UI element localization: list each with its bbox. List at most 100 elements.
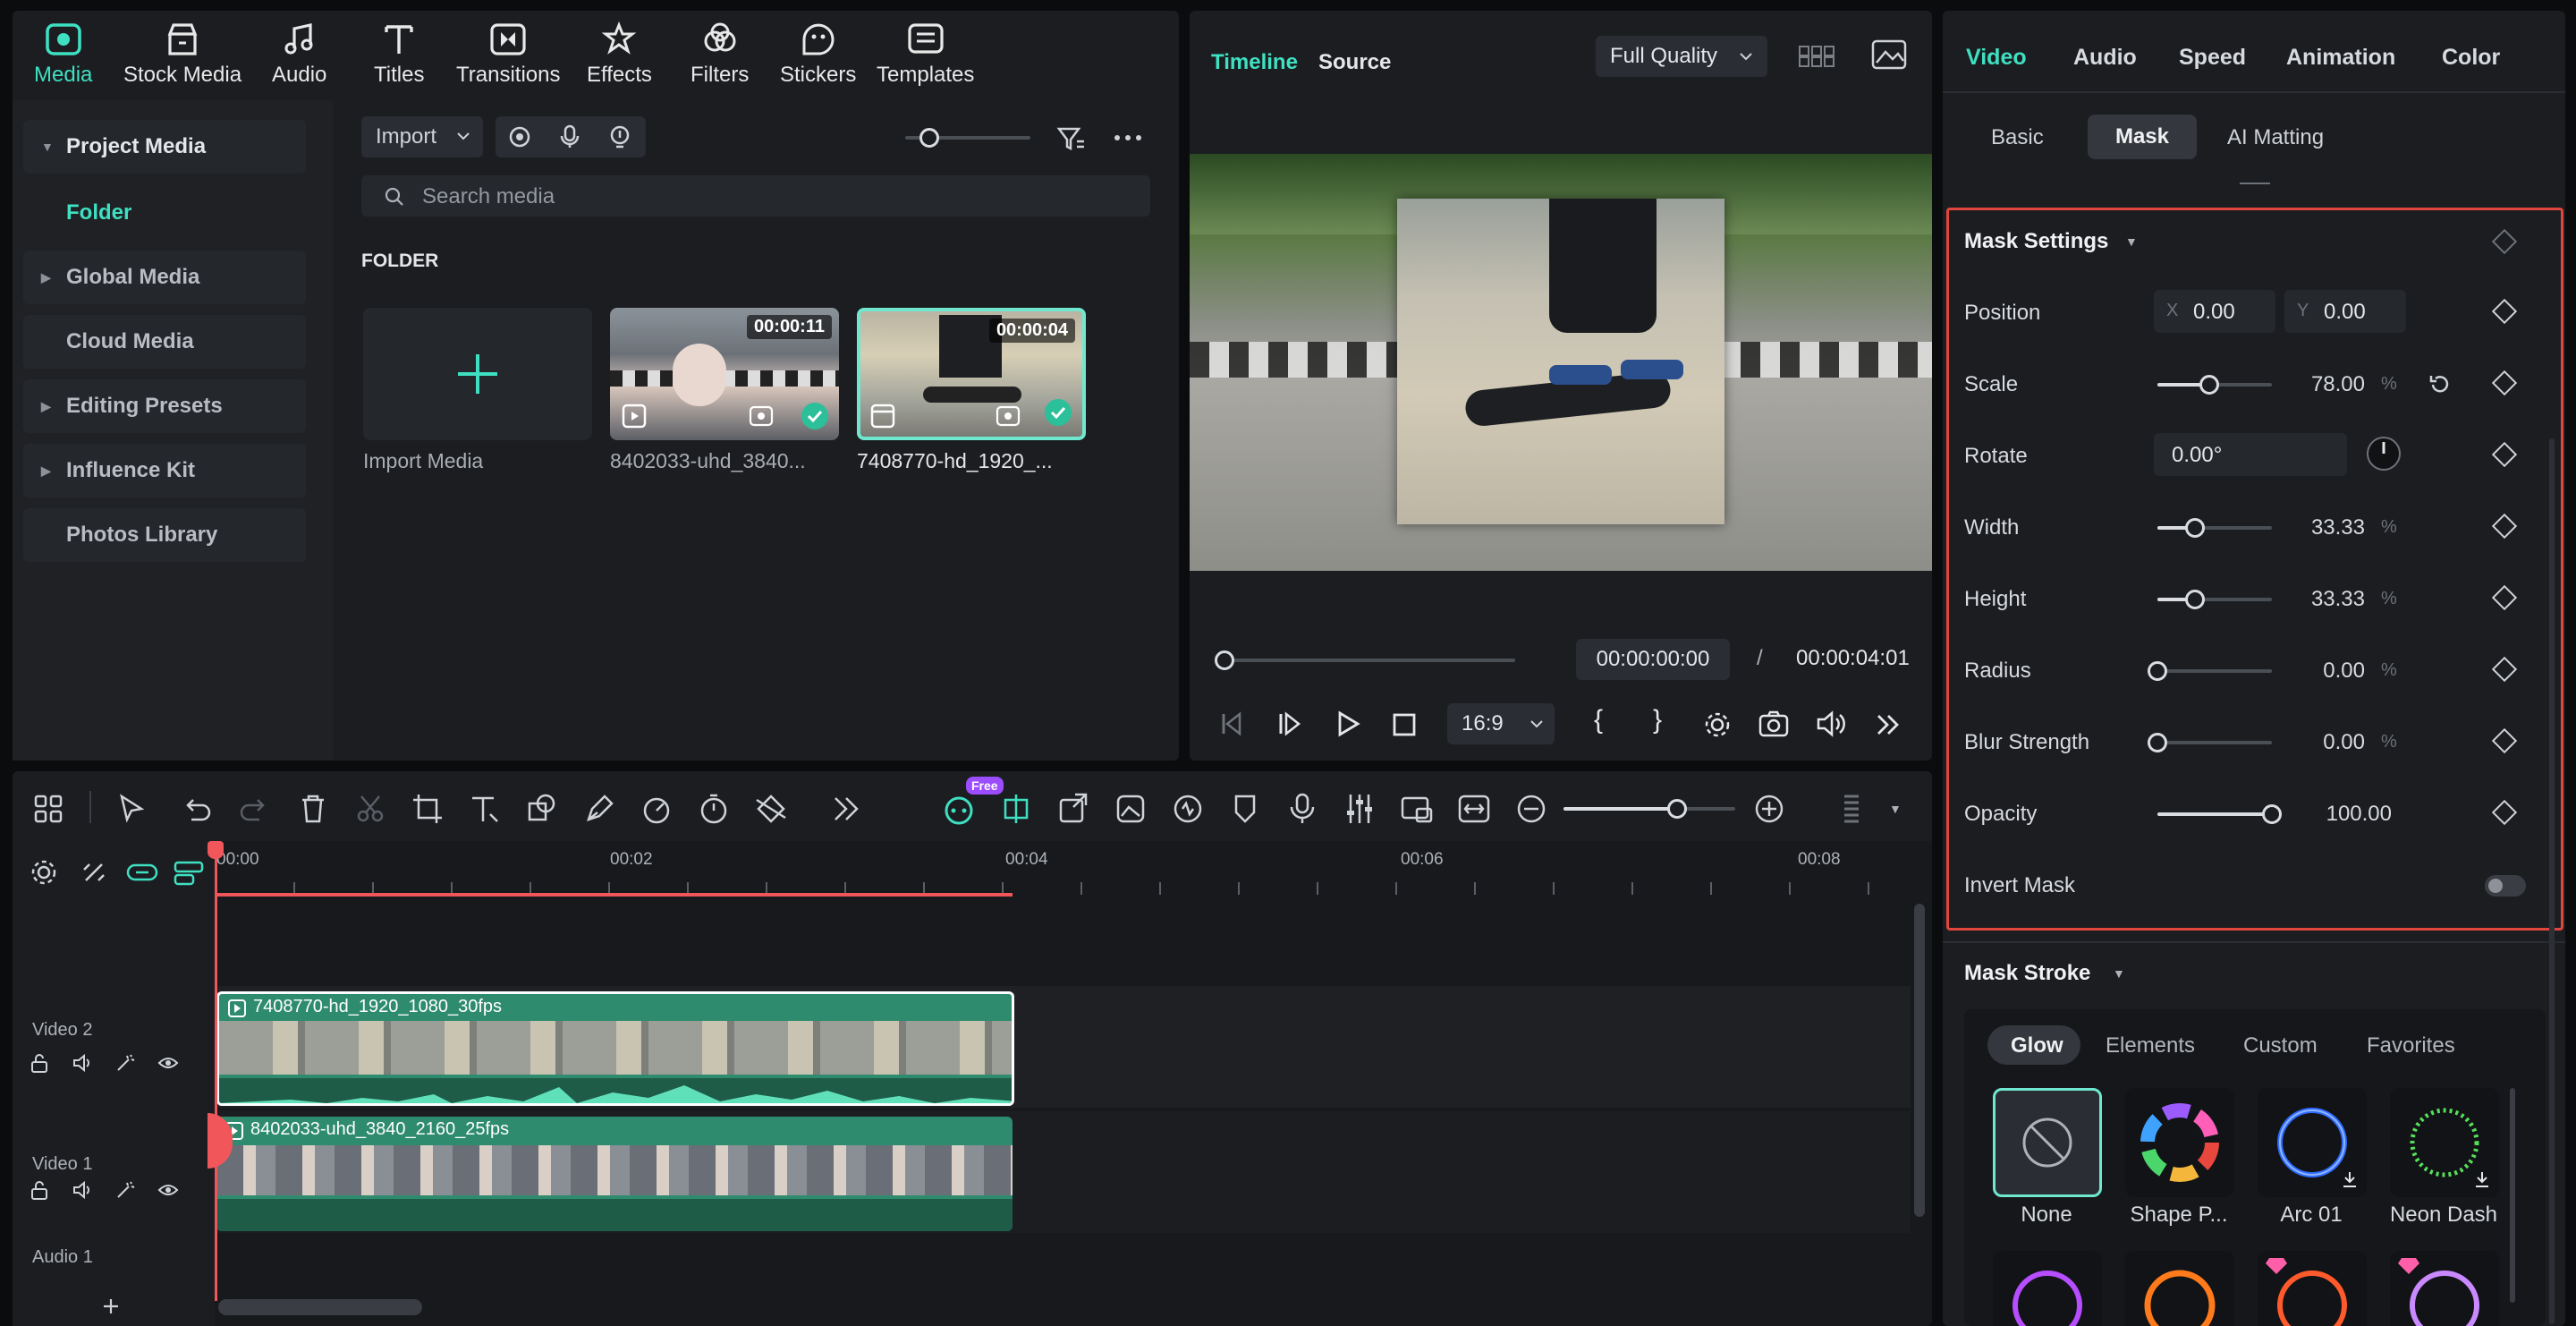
- presets-scrollbar[interactable]: [2510, 1088, 2515, 1303]
- unlink-icon[interactable]: [79, 857, 109, 888]
- delete-trash-icon[interactable]: [295, 791, 331, 827]
- tab-timeline[interactable]: Timeline: [1211, 50, 1298, 75]
- lock-icon[interactable]: [29, 1179, 50, 1201]
- toolbar-effects[interactable]: Effects: [587, 21, 652, 88]
- eye-icon[interactable]: [157, 1052, 179, 1074]
- invert-mask-toggle[interactable]: [2485, 875, 2526, 897]
- speed-icon[interactable]: [639, 791, 674, 827]
- stroke-preset-purple[interactable]: [1993, 1251, 2102, 1326]
- scissors-icon[interactable]: [352, 791, 388, 827]
- stroke-preset-orange[interactable]: [2258, 1251, 2367, 1326]
- stroke-tab-favorites[interactable]: Favorites: [2367, 1033, 2455, 1058]
- link-tracks-icon[interactable]: [125, 857, 159, 888]
- blur-strength-slider-knob[interactable]: [2148, 733, 2167, 752]
- magic-wand-icon[interactable]: [114, 1052, 136, 1074]
- radius-slider-knob[interactable]: [2148, 661, 2167, 681]
- tab-audio[interactable]: Audio: [2073, 45, 2137, 71]
- audio-sync-icon[interactable]: [1170, 791, 1206, 827]
- stroke-preset-neon-dash[interactable]: [2390, 1088, 2499, 1197]
- blur-strength-value[interactable]: 0.00: [2258, 730, 2365, 755]
- toolbar-audio[interactable]: Audio: [272, 21, 326, 88]
- import-dropdown[interactable]: Import: [361, 116, 483, 157]
- scale-slider-knob[interactable]: [2199, 375, 2219, 395]
- image-edit-icon[interactable]: [1113, 791, 1148, 827]
- stroke-preset-shape[interactable]: [2125, 1088, 2234, 1197]
- add-track-icon[interactable]: [100, 1296, 122, 1317]
- voiceover-icon[interactable]: [608, 125, 631, 149]
- sidebar-item-global-media[interactable]: ▶ Global Media: [23, 251, 306, 304]
- stroke-tab-custom[interactable]: Custom: [2243, 1033, 2318, 1058]
- undo-icon[interactable]: [179, 791, 215, 827]
- toolbar-templates[interactable]: Templates: [877, 21, 974, 88]
- more-chevron-icon[interactable]: [1875, 712, 1902, 737]
- radius-slider[interactable]: [2157, 669, 2272, 673]
- keyframe-tool-icon[interactable]: [753, 791, 789, 827]
- crop-icon[interactable]: [410, 791, 445, 827]
- rotate-dial-icon[interactable]: [2365, 435, 2402, 472]
- horizontal-scroll-thumb[interactable]: [218, 1299, 422, 1315]
- clip-video-2[interactable]: 7408770-hd_1920_1080_30fps: [216, 991, 1014, 1106]
- more-options-icon[interactable]: [1113, 131, 1143, 145]
- stroke-tab-elements[interactable]: Elements: [2106, 1033, 2195, 1058]
- aspect-ratio-dropdown[interactable]: 16:9: [1447, 703, 1555, 744]
- position-y-field[interactable]: Y 0.00: [2284, 290, 2406, 333]
- redo-icon[interactable]: [236, 791, 272, 827]
- toolbar-stock-media[interactable]: Stock Media: [123, 21, 242, 88]
- import-media-tile[interactable]: [363, 308, 592, 440]
- toolbar-media[interactable]: Media: [34, 21, 92, 88]
- microphone-icon[interactable]: [558, 124, 581, 149]
- properties-scrollbar[interactable]: [2549, 438, 2555, 1324]
- toolbar-filters[interactable]: Filters: [691, 21, 749, 88]
- sidebar-item-influence-kit[interactable]: ▶ Influence Kit: [23, 444, 306, 497]
- select-pointer-icon[interactable]: [114, 791, 150, 827]
- preview-scrubber[interactable]: [1224, 659, 1515, 662]
- toolbar-titles[interactable]: Titles: [374, 21, 424, 88]
- caret-down-icon[interactable]: ▼: [2113, 966, 2125, 981]
- mask-overlay-frame[interactable]: [1397, 199, 1724, 524]
- playhead-line[interactable]: [215, 845, 217, 1301]
- sidebar-item-folder[interactable]: Folder: [66, 200, 131, 225]
- width-slider-knob[interactable]: [2185, 518, 2205, 538]
- vertical-scroll-thumb[interactable]: [1914, 904, 1925, 1217]
- track-settings-icon[interactable]: [29, 857, 59, 888]
- sidebar-item-project-media[interactable]: ▼ Project Media: [23, 120, 306, 174]
- zoom-in-icon[interactable]: [1751, 791, 1787, 827]
- settings-gear-icon[interactable]: [1703, 710, 1732, 739]
- stroke-preset-none[interactable]: [1993, 1088, 2102, 1197]
- eye-icon[interactable]: [157, 1179, 179, 1201]
- blur-strength-slider[interactable]: [2157, 741, 2272, 744]
- quality-dropdown[interactable]: Full Quality: [1596, 36, 1767, 77]
- marker-icon[interactable]: [1227, 791, 1263, 827]
- zoom-out-icon[interactable]: [1513, 791, 1549, 827]
- image-preview-icon[interactable]: [1871, 39, 1907, 70]
- snapshot-camera-icon[interactable]: [1758, 710, 1789, 737]
- clip-video-1[interactable]: 8402033-uhd_3840_2160_25fps: [216, 1117, 1013, 1231]
- media-clip-8402033[interactable]: 00:00:11: [610, 308, 839, 440]
- sidebar-item-editing-presets[interactable]: ▶ Editing Presets: [23, 379, 306, 433]
- audio-mixer-icon[interactable]: [1342, 791, 1377, 827]
- next-frame-icon[interactable]: [1275, 710, 1302, 737]
- reset-icon[interactable]: [2428, 372, 2453, 397]
- opacity-slider-knob[interactable]: [2262, 804, 2282, 824]
- radius-value[interactable]: 0.00: [2258, 659, 2365, 684]
- tab-animation[interactable]: Animation: [2286, 45, 2395, 71]
- track-height-icon[interactable]: [1834, 791, 1869, 827]
- picture-in-picture-icon[interactable]: [1399, 791, 1435, 827]
- stop-icon[interactable]: [1392, 712, 1417, 737]
- video-preview-frame[interactable]: [1190, 154, 1932, 571]
- lock-icon[interactable]: [29, 1052, 50, 1074]
- speaker-icon[interactable]: [72, 1179, 93, 1201]
- caret-down-icon[interactable]: ▼: [2125, 234, 2138, 249]
- mark-in-icon[interactable]: {: [1594, 705, 1603, 735]
- export-clip-icon[interactable]: [1055, 791, 1091, 827]
- mark-out-icon[interactable]: }: [1653, 705, 1662, 735]
- stroke-preset-violet[interactable]: [2390, 1251, 2499, 1326]
- subtab-mask[interactable]: Mask: [2088, 115, 2197, 159]
- shape-tool-icon[interactable]: [524, 791, 560, 827]
- fit-timeline-icon[interactable]: [1456, 791, 1492, 827]
- tab-color[interactable]: Color: [2442, 45, 2500, 71]
- layout-grid-icon[interactable]: [30, 791, 66, 827]
- width-value[interactable]: 33.33: [2258, 515, 2365, 540]
- more-tools-chevron-icon[interactable]: [828, 791, 864, 827]
- stroke-preset-fire[interactable]: [2125, 1251, 2234, 1326]
